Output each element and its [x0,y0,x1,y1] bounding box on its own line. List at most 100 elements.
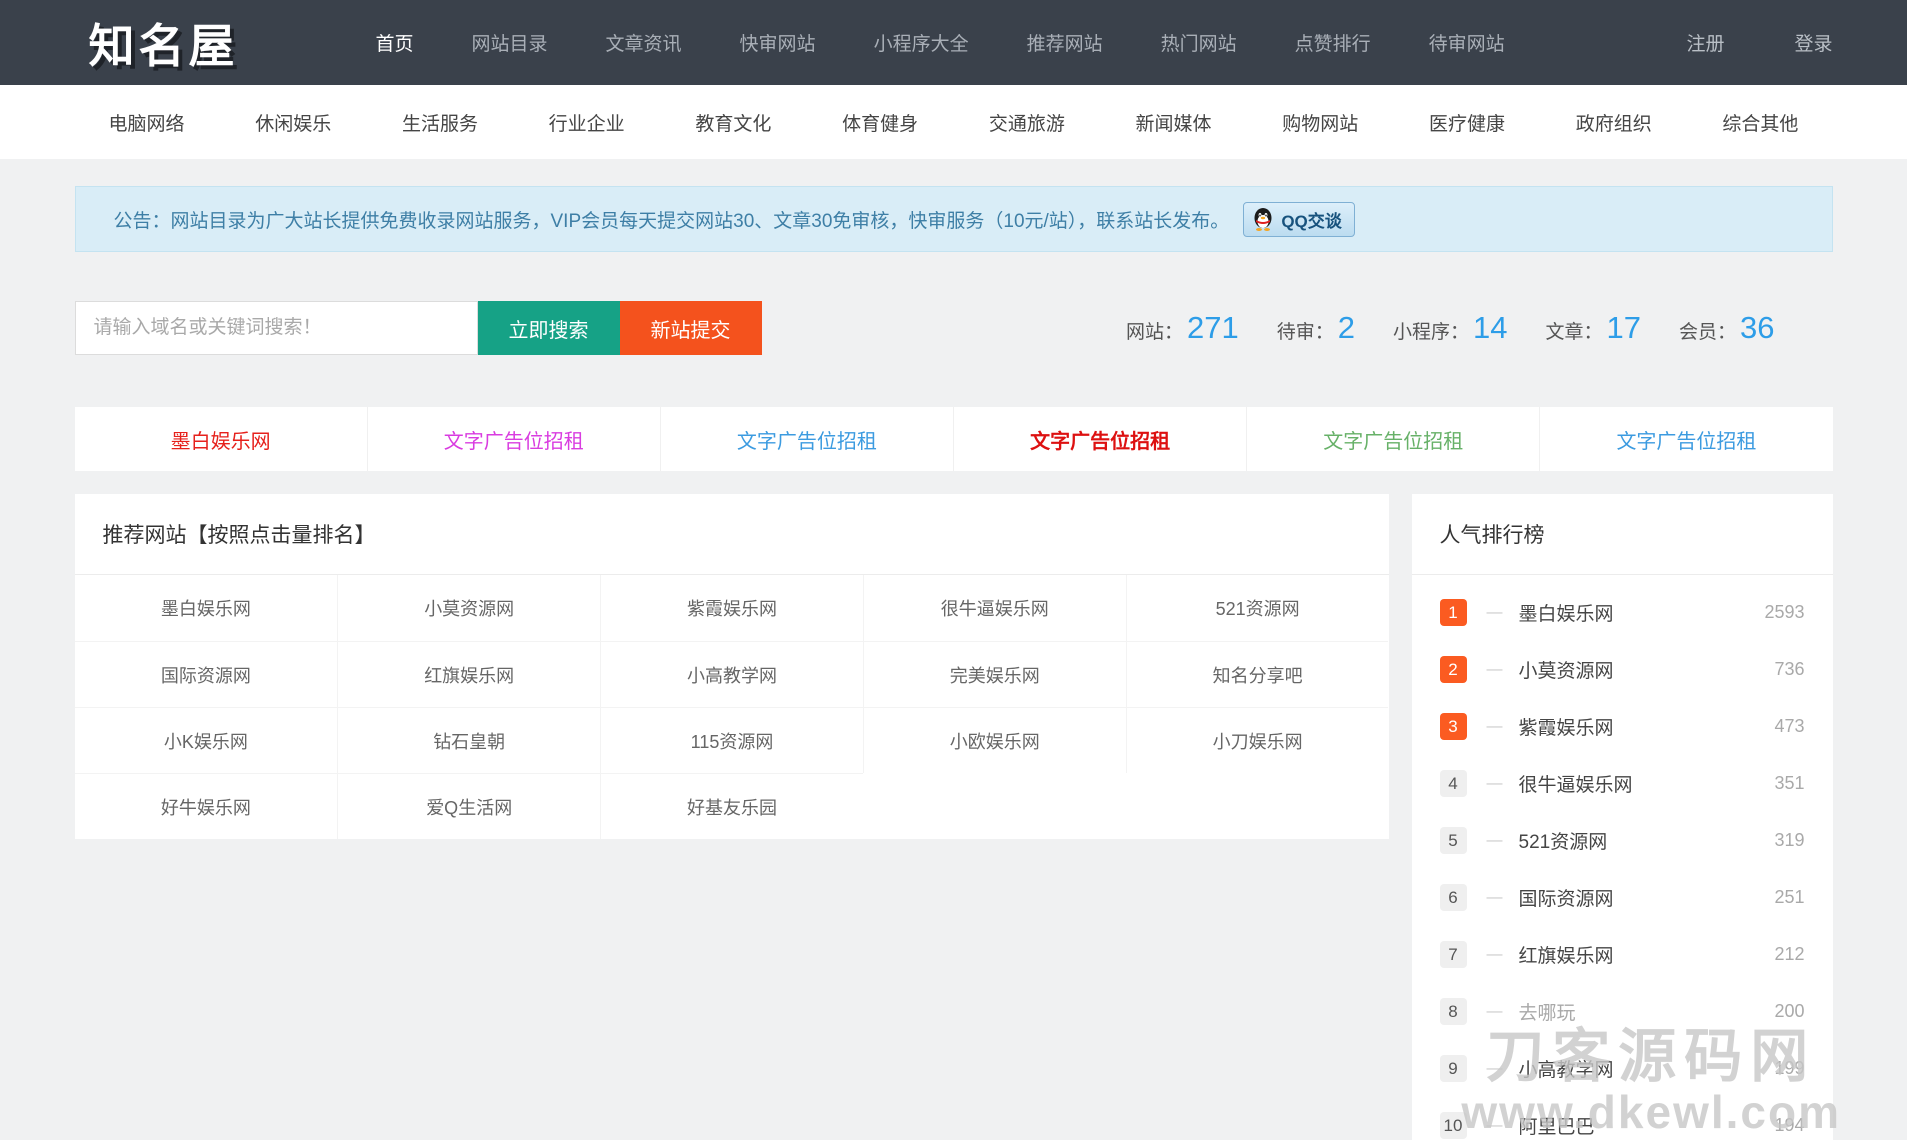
popularity-ranking-title: 人气排行榜 [1412,494,1833,575]
search-button[interactable]: 立即搜索 [478,301,620,355]
recommended-site-link[interactable]: 紫霞娱乐网 [600,575,863,641]
ad-link-5[interactable]: 文字广告位招租 [1246,407,1539,471]
rank-item-4[interactable]: 4 — 很牛逼娱乐网 351 [1412,755,1833,812]
rank-item-5[interactable]: 5 — 521资源网 319 [1412,812,1833,869]
rank-site-link[interactable]: 阿里巴巴 [1519,1112,1595,1139]
recommended-site-link[interactable]: 国际资源网 [75,641,338,707]
rank-count: 251 [1774,887,1804,908]
category-government[interactable]: 政府组织 [1576,109,1652,136]
rank-count: 200 [1774,1001,1804,1022]
rank-count: 2593 [1764,602,1804,623]
category-industry-enterprise[interactable]: 行业企业 [549,109,625,136]
site-logo[interactable]: 知名屋 [89,10,239,76]
category-travel[interactable]: 交通旅游 [989,109,1065,136]
recommended-site-link[interactable]: 小欧娱乐网 [863,707,1126,773]
recommended-site-link[interactable]: 爱Q生活网 [337,773,600,839]
rank-item-8[interactable]: 8 — 去哪玩 200 [1412,983,1833,1040]
submit-site-button[interactable]: 新站提交 [620,301,762,355]
category-medical-health[interactable]: 医疗健康 [1429,109,1505,136]
rank-site-link[interactable]: 红旗娱乐网 [1519,941,1614,968]
recommended-site-link[interactable]: 小刀娱乐网 [1126,707,1389,773]
rank-trend-dash-icon: — [1487,1060,1503,1078]
qq-chat-button[interactable]: QQ交谈 [1243,202,1354,237]
recommended-site-link[interactable]: 知名分享吧 [1126,641,1389,707]
stat-members-value: 36 [1740,310,1774,346]
recommended-sites-grid: 墨白娱乐网 小莫资源网 紫霞娱乐网 很牛逼娱乐网 521资源网 国际资源网 红旗… [75,575,1389,839]
rank-item-2[interactable]: 2 — 小莫资源网 736 [1412,641,1833,698]
rank-site-link[interactable]: 墨白娱乐网 [1519,599,1614,626]
login-link[interactable]: 登录 [1794,29,1832,56]
category-leisure-entertainment[interactable]: 休闲娱乐 [255,109,331,136]
category-education-culture[interactable]: 教育文化 [695,109,771,136]
nav-item-articles[interactable]: 文章资讯 [577,29,711,56]
stat-pending-value: 2 [1338,310,1355,346]
nav-item-recommended[interactable]: 推荐网站 [998,29,1132,56]
rank-site-link[interactable]: 小高教学网 [1519,1055,1614,1082]
rank-site-link[interactable]: 521资源网 [1519,827,1608,854]
main-nav: 首页 网站目录 文章资讯 快审网站 小程序大全 推荐网站 热门网站 点赞排行 待… [347,29,1534,56]
rank-count: 319 [1774,830,1804,851]
category-sports-fitness[interactable]: 体育健身 [842,109,918,136]
rank-count: 473 [1774,716,1804,737]
rank-item-9[interactable]: 9 — 小高教学网 199 [1412,1040,1833,1097]
search-input[interactable] [75,301,478,355]
rank-item-1[interactable]: 1 — 墨白娱乐网 2593 [1412,584,1833,641]
nav-item-fast-review[interactable]: 快审网站 [711,29,845,56]
stat-articles: 文章： 17 [1546,310,1642,346]
rank-site-link[interactable]: 小莫资源网 [1519,656,1614,683]
nav-item-site-directory[interactable]: 网站目录 [443,29,577,56]
recommended-site-link[interactable]: 小莫资源网 [337,575,600,641]
rank-item-3[interactable]: 3 — 紫霞娱乐网 473 [1412,698,1833,755]
recommended-site-link[interactable]: 钻石皇朝 [337,707,600,773]
category-life-services[interactable]: 生活服务 [402,109,478,136]
recommended-site-link[interactable]: 好牛娱乐网 [75,773,338,839]
ad-link-6[interactable]: 文字广告位招租 [1539,407,1832,471]
nav-item-home[interactable]: 首页 [347,29,443,56]
recommended-site-link[interactable]: 红旗娱乐网 [337,641,600,707]
category-shopping[interactable]: 购物网站 [1282,109,1358,136]
site-stats: 网站： 271 待审： 2 小程序： 14 文章： 17 会员： 36 [1088,310,1775,346]
recommended-site-link[interactable]: 好基友乐园 [600,773,863,839]
rank-site-link[interactable]: 紫霞娱乐网 [1519,713,1614,740]
ad-link-2[interactable]: 文字广告位招租 [367,407,660,471]
popularity-ranking-list: 1 — 墨白娱乐网 2593 2 — 小莫资源网 736 3 — 紫霞娱乐网 4… [1412,575,1833,1140]
nav-item-mini-programs[interactable]: 小程序大全 [845,29,998,56]
category-other[interactable]: 综合其他 [1722,109,1798,136]
rank-item-10[interactable]: 10 — 阿里巴巴 194 [1412,1097,1833,1140]
rank-item-7[interactable]: 7 — 红旗娱乐网 212 [1412,926,1833,983]
recommended-site-link[interactable]: 完美娱乐网 [863,641,1126,707]
stat-mini-programs: 小程序： 14 [1393,310,1508,346]
rank-count: 194 [1774,1115,1804,1136]
register-link[interactable]: 注册 [1686,29,1724,56]
recommended-site-link[interactable]: 115资源网 [600,707,863,773]
recommended-site-link[interactable]: 很牛逼娱乐网 [863,575,1126,641]
category-computer-network[interactable]: 电脑网络 [109,109,185,136]
category-news-media[interactable]: 新闻媒体 [1136,109,1212,136]
rank-count: 212 [1774,944,1804,965]
ad-link-1[interactable]: 墨白娱乐网 [75,407,367,471]
recommended-sites-title: 推荐网站【按照点击量排名】 [75,494,1389,575]
qq-penguin-icon [1252,207,1274,231]
rank-item-6[interactable]: 6 — 国际资源网 251 [1412,869,1833,926]
ad-link-4[interactable]: 文字广告位招租 [953,407,1246,471]
rank-badge: 10 [1440,1112,1467,1139]
text-ad-row: 墨白娱乐网 文字广告位招租 文字广告位招租 文字广告位招租 文字广告位招租 文字… [75,407,1833,471]
rank-trend-dash-icon: — [1487,661,1503,679]
nav-item-like-ranking[interactable]: 点赞排行 [1266,29,1400,56]
nav-item-hot-sites[interactable]: 热门网站 [1132,29,1266,56]
rank-site-link[interactable]: 国际资源网 [1519,884,1614,911]
search-section: 立即搜索 新站提交 网站： 271 待审： 2 小程序： 14 文章： 17 会… [75,301,1833,355]
recommended-site-link[interactable]: 墨白娱乐网 [75,575,338,641]
nav-item-pending-sites[interactable]: 待审网站 [1400,29,1534,56]
rank-site-link[interactable]: 去哪玩 [1519,998,1576,1025]
recommended-site-link[interactable]: 521资源网 [1126,575,1389,641]
rank-trend-dash-icon: — [1487,832,1503,850]
recommended-site-link[interactable]: 小K娱乐网 [75,707,338,773]
category-nav: 电脑网络 休闲娱乐 生活服务 行业企业 教育文化 体育健身 交通旅游 新闻媒体 … [0,85,1907,159]
rank-badge: 8 [1440,998,1467,1025]
stat-websites: 网站： 271 [1126,310,1239,346]
rank-site-link[interactable]: 很牛逼娱乐网 [1519,770,1633,797]
rank-trend-dash-icon: — [1487,718,1503,736]
ad-link-3[interactable]: 文字广告位招租 [660,407,953,471]
recommended-site-link[interactable]: 小高教学网 [600,641,863,707]
